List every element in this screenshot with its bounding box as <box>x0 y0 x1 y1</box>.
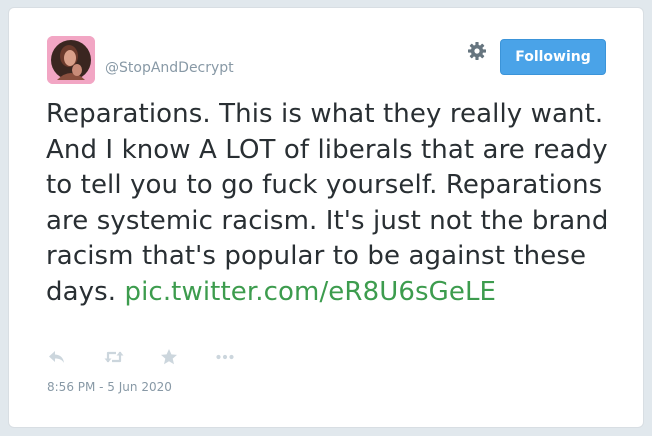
more-icon[interactable] <box>215 348 235 366</box>
tweet-media-link[interactable]: pic.twitter.com/eR8U6sGeLE <box>125 277 497 307</box>
star-icon[interactable] <box>159 348 179 366</box>
avatar-image <box>47 36 95 84</box>
following-button[interactable]: Following <box>500 39 606 75</box>
retweet-icon[interactable] <box>103 348 125 366</box>
gear-icon[interactable] <box>467 41 487 61</box>
reply-icon[interactable] <box>47 348 67 366</box>
tweet-timestamp[interactable]: 8:56 PM - 5 Jun 2020 <box>47 380 172 394</box>
tweet-text: Reparations. This is what they really wa… <box>46 97 618 310</box>
avatar[interactable] <box>47 36 95 84</box>
user-handle[interactable]: @StopAndDecrypt <box>105 60 234 76</box>
tweet-card: @StopAndDecrypt Following Reparations. T… <box>8 7 644 428</box>
tweet-text-body: Reparations. This is what they really wa… <box>46 99 609 307</box>
